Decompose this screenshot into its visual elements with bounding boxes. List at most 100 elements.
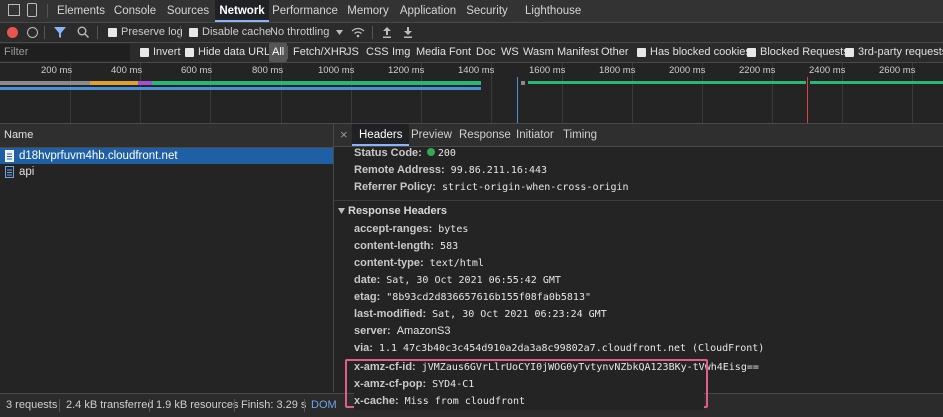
tab-initiator[interactable]: Initiator: [516, 124, 554, 146]
divider: [47, 4, 48, 18]
tick-label: 1200 ms: [388, 65, 425, 76]
header-value: 200: [437, 148, 456, 159]
blocked-requests-checkbox[interactable]: [747, 48, 756, 57]
tab-headers[interactable]: Headers: [352, 124, 410, 146]
disable-cache-checkbox[interactable]: [189, 28, 198, 37]
tab-console[interactable]: Console: [110, 0, 160, 22]
has-blocked-cookies-label: Has blocked cookies: [650, 46, 751, 58]
filter-icon[interactable]: [54, 27, 66, 38]
header-value: Sat, 30 Oct 2021 06:23:24 GMT: [432, 309, 607, 320]
search-icon[interactable]: [77, 26, 89, 38]
response-header-row: accept-ranges: bytes: [354, 221, 468, 238]
response-header-row: last-modified: Sat, 30 Oct 2021 06:23:24 …: [354, 306, 607, 323]
tick-label: 2000 ms: [669, 65, 706, 76]
load-event-marker: [807, 77, 808, 123]
status-ok-icon: [426, 148, 435, 156]
preserve-log-label: Preserve log: [121, 26, 183, 38]
header-key: accept-ranges:: [354, 223, 433, 235]
type-filter-other[interactable]: Other: [601, 43, 629, 62]
divider: [97, 26, 98, 39]
type-filter-media[interactable]: Media: [416, 43, 446, 62]
tab-performance[interactable]: Performance: [272, 0, 338, 22]
preserve-log-checkbox[interactable]: [108, 28, 117, 37]
device-toolbar-icon[interactable]: [27, 3, 37, 17]
general-row-referrer-policy: Referrer Policy: strict-origin-when-cross…: [354, 179, 629, 196]
hide-data-urls-label: Hide data URLs: [198, 46, 276, 58]
type-filter-ws[interactable]: WS: [501, 43, 519, 62]
throttling-select[interactable]: No throttling: [270, 23, 329, 42]
tab-response[interactable]: Response: [459, 124, 511, 146]
export-har-icon[interactable]: [403, 26, 413, 38]
request-row[interactable]: api: [0, 164, 333, 180]
response-header-row: etag: "8b93cd2d836657616b155f08fa0b5813": [354, 289, 591, 306]
header-value: AmazonS3: [396, 325, 451, 337]
tab-memory[interactable]: Memory: [341, 0, 395, 22]
header-value: 99.86.211.16:443: [450, 165, 547, 176]
response-headers-toggle[interactable]: Response Headers: [338, 203, 447, 220]
request-name: d18hvprfuvm4hb.cloudfront.net: [19, 150, 178, 162]
header-value: 583: [440, 241, 459, 252]
filter-input[interactable]: Filter: [0, 44, 130, 61]
divider: [304, 399, 305, 412]
waterfall-bar-scripting: [138, 81, 152, 85]
tick-label: 1400 ms: [458, 65, 495, 76]
request-count: 3 requests: [6, 399, 58, 411]
divider: [180, 26, 181, 39]
tab-elements[interactable]: Elements: [54, 0, 108, 22]
header-value: 1.1 47c3b40c3c454d910a2da3a8c99802a7.clo…: [378, 343, 765, 354]
third-party-label: 3rd-party requests: [858, 46, 943, 58]
response-header-row: date: Sat, 30 Oct 2021 06:55:42 GMT: [354, 272, 561, 289]
tab-preview[interactable]: Preview: [411, 124, 452, 146]
chevron-down-icon[interactable]: [336, 30, 343, 35]
resources-size: 1.9 kB resources: [156, 399, 239, 411]
type-filter-css[interactable]: CSS: [366, 43, 389, 62]
name-column-header[interactable]: Name: [0, 124, 333, 148]
record-icon[interactable]: [7, 27, 18, 38]
response-header-row: server: AmazonS3: [354, 323, 451, 340]
type-filter-img[interactable]: Img: [392, 43, 410, 62]
network-conditions-icon[interactable]: [351, 27, 365, 38]
general-row-status: Status Code: 200: [354, 145, 456, 162]
type-filter-manifest[interactable]: Manifest: [557, 43, 599, 62]
tab-lighthouse[interactable]: Lighthouse: [525, 0, 581, 22]
type-filter-all[interactable]: All: [269, 43, 288, 62]
waterfall-bar-download: [152, 81, 481, 85]
request-row[interactable]: d18hvprfuvm4hb.cloudfront.net: [0, 148, 333, 164]
tick-label: 800 ms: [252, 65, 284, 76]
divider: [59, 399, 60, 412]
type-filter-font[interactable]: Font: [449, 43, 471, 62]
tab-timing[interactable]: Timing: [563, 124, 597, 146]
tab-security[interactable]: Security: [462, 0, 512, 22]
tick-label: 400 ms: [111, 65, 143, 76]
tick-label: 2400 ms: [809, 65, 846, 76]
inspect-element-icon[interactable]: [8, 4, 20, 16]
response-header-row: via: 1.1 47c3b40c3c454d910a2da3a8c99802a7…: [354, 340, 764, 357]
domcontentloaded-label: DOM: [311, 399, 337, 411]
tick-label: 1600 ms: [529, 65, 566, 76]
header-key: Referrer Policy:: [354, 181, 436, 193]
header-key: content-length:: [354, 240, 435, 252]
document-icon: [5, 150, 14, 162]
blocked-requests-label: Blocked Requests: [760, 46, 849, 58]
import-har-icon[interactable]: [382, 26, 392, 38]
has-blocked-cookies-checkbox[interactable]: [637, 48, 646, 57]
request-list-pane: Name d18hvprfuvm4hb.cloudfront.net api: [0, 124, 334, 392]
hide-data-urls-checkbox[interactable]: [185, 48, 194, 57]
type-filter-wasm[interactable]: Wasm: [523, 43, 554, 62]
request-detail-pane: × Headers Preview Response Initiator Tim…: [334, 124, 943, 392]
tab-network[interactable]: Network: [215, 0, 269, 22]
third-party-checkbox[interactable]: [845, 48, 854, 57]
type-filter-js[interactable]: JS: [346, 43, 359, 62]
type-filter-fetch-xhr[interactable]: Fetch/XHR: [293, 43, 347, 62]
close-icon[interactable]: ×: [340, 124, 348, 146]
devtools-tab-bar: Elements Console Sources Network Perform…: [0, 0, 943, 23]
waterfall-bar-api: [521, 81, 525, 85]
network-overview-timeline[interactable]: 200 ms 400 ms 600 ms 800 ms 1000 ms 1200…: [0, 63, 943, 124]
invert-checkbox[interactable]: [140, 48, 149, 57]
tab-sources[interactable]: Sources: [163, 0, 213, 22]
tab-application[interactable]: Application: [398, 0, 458, 22]
clear-icon[interactable]: [27, 27, 38, 38]
header-key: last-modified:: [354, 308, 427, 320]
disable-cache-label: Disable cache: [202, 26, 272, 38]
type-filter-doc[interactable]: Doc: [476, 43, 496, 62]
